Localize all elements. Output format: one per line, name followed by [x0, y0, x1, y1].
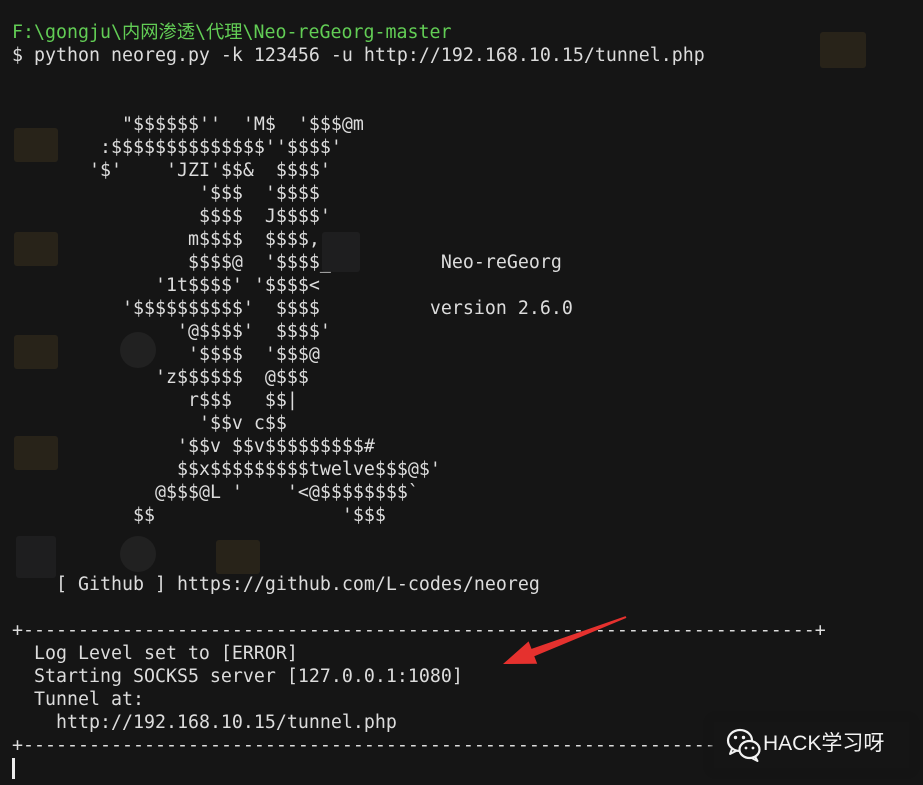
- banner-art-line: @$$$@L ' '<@$$$$$$$$`: [12, 481, 826, 504]
- banner-art-line: '$$$$ '$$$@: [12, 343, 826, 366]
- watermark-text: HACK学习呀: [763, 732, 885, 755]
- banner-art-line: "$$$$$$'' 'M$ '$$$@m: [12, 113, 826, 136]
- banner-art-text: :$$$$$$$$$$$$$$''$$$$': [12, 137, 342, 158]
- banner-art-line: $$ '$$$: [12, 504, 826, 527]
- banner-art-line: '$' 'JZI'$$& $$$$': [12, 159, 826, 182]
- log-level-line: Log Level set to [ERROR]: [33, 643, 298, 664]
- banner-art-text: '$$$$$$$$$$' $$$$: [12, 298, 320, 319]
- banner-art-text: '$' 'JZI'$$& $$$$': [12, 160, 331, 181]
- banner-art-text: $$x$$$$$$$$$twelve$$$@$': [12, 459, 441, 480]
- banner-art-text: $$$$ J$$$$': [12, 206, 331, 227]
- banner-art-text: "$$$$$$'' 'M$ '$$$@m: [12, 114, 364, 135]
- banner-art-text: '$$v c$$: [12, 413, 287, 434]
- banner-art-text: '1t$$$$' '$$$$<: [12, 275, 320, 296]
- tunnel-url-line: http://192.168.10.15/tunnel.php: [55, 712, 397, 733]
- wechat-icon: [726, 728, 761, 762]
- banner-art-line: :$$$$$$$$$$$$$$''$$$$': [12, 136, 826, 159]
- banner-art-text: 'z$$$$$$ @$$$: [12, 367, 309, 388]
- banner-art-line: $$$$ J$$$$': [12, 205, 826, 228]
- banner-art-line: r$$$ $$|: [12, 389, 826, 412]
- banner-art-text: $$$$@ '$$$$_: [12, 252, 331, 273]
- banner-art-line: 'z$$$$$$ @$$$: [12, 366, 826, 389]
- banner-art-line: '@$$$$' $$$$': [12, 320, 826, 343]
- terminal-cursor: [12, 758, 15, 779]
- terminal-window[interactable]: F:\gongju\内网渗透\代理\Neo-reGeorg-master $ py…: [0, 0, 923, 785]
- banner-art-text: m$$$$ $$$$,: [12, 229, 320, 250]
- github-url: https://github.com/L-codes/neoreg: [176, 574, 540, 595]
- banner-art-line: '$$v $$v$$$$$$$$$#: [12, 435, 826, 458]
- banner-art-line: $$$$@ '$$$$_ Neo-reGeorg: [12, 251, 826, 274]
- terminal-output: F:\gongju\内网渗透\代理\Neo-reGeorg-master $ py…: [12, 21, 826, 780]
- banner-art-line: '1t$$$$' '$$$$<: [12, 274, 826, 297]
- socks-server-line: Starting SOCKS5 server [127.0.0.1:1080]: [33, 666, 463, 687]
- banner-art-text: '@$$$$' $$$$': [12, 321, 331, 342]
- cwd-path-line: F:\gongju\内网渗透\代理\Neo-reGeorg-master: [12, 22, 452, 43]
- desktop-folder-icon: [820, 32, 866, 68]
- banner-art-line: '$$v c$$: [12, 412, 826, 435]
- separator-line: +---------------------------------------…: [12, 620, 826, 641]
- separator-line: +---------------------------------------…: [12, 735, 826, 756]
- banner-art-text: '$$v $$v$$$$$$$$$#: [12, 436, 375, 457]
- banner-art-text: '$$$ '$$$$: [12, 183, 320, 204]
- watermark: HACK学习呀: [714, 722, 909, 768]
- command-text: python neoreg.py -k 123456 -u http://192…: [33, 45, 705, 66]
- banner-art-text: '$$$$ '$$$@: [12, 344, 320, 365]
- banner-art-line: '$$$$$$$$$$' $$$$ version 2.6.0: [12, 297, 826, 320]
- banner-title: Neo-reGeorg: [440, 252, 562, 273]
- banner-art-text: $$ '$$$: [12, 505, 386, 526]
- banner-art-line: $$x$$$$$$$$$twelve$$$@$': [12, 458, 826, 481]
- banner-art-text: r$$$ $$|: [12, 390, 298, 411]
- terminal-input-line[interactable]: [12, 757, 826, 780]
- prompt-symbol: $: [12, 45, 23, 66]
- banner-art-text: @$$$@L ' '<@$$$$$$$$`: [12, 482, 419, 503]
- banner-art-line: '$$$ '$$$$: [12, 182, 826, 205]
- banner-art-line: m$$$$ $$$$,: [12, 228, 826, 251]
- command-line: $ python neoreg.py -k 123456 -u http://19…: [12, 44, 826, 67]
- github-line: [ Github ] https://github.com/L-codes/neo…: [12, 573, 826, 596]
- tunnel-label-line: Tunnel at:: [33, 689, 144, 710]
- github-label: [ Github ]: [55, 574, 166, 595]
- banner-version: version 2.6.0: [429, 298, 573, 319]
